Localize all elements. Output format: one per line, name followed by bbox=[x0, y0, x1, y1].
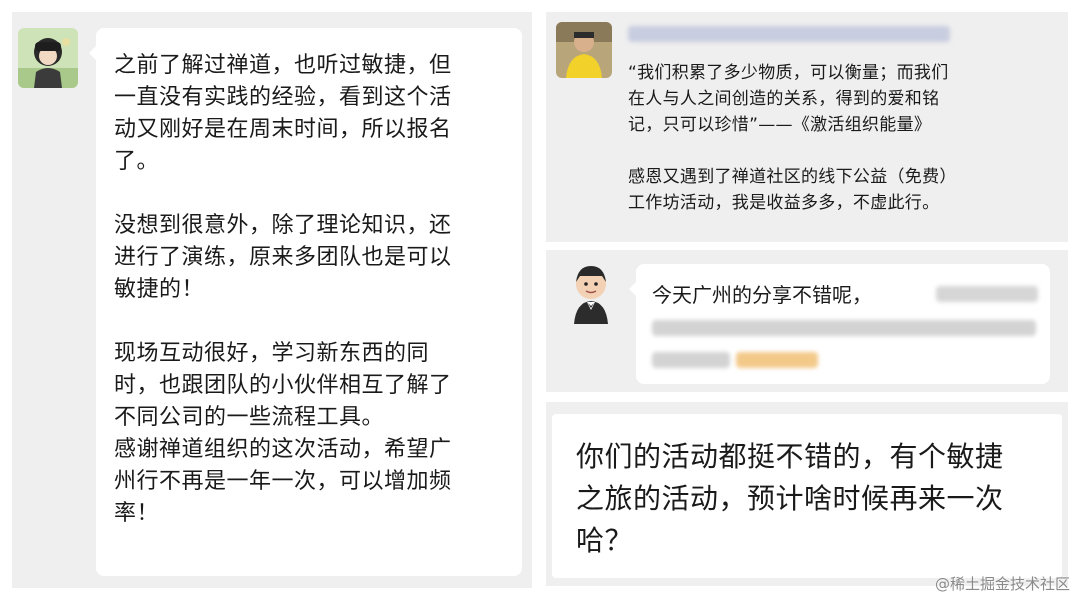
user-avatar-yellow-shirt[interactable] bbox=[556, 22, 612, 78]
middle-right-message-bubble: 今天广州的分享不错呢， bbox=[629, 264, 1050, 384]
bottom-right-message-text: 你们的活动都挺不错的，有个敏捷 之旅的活动，预计啥时候再来一次 哈？ bbox=[576, 440, 1004, 557]
avatar-girl-icon bbox=[18, 28, 78, 88]
chat-panel-middle-right: 今天广州的分享不错呢， bbox=[546, 250, 1068, 392]
chat-panel-bottom-right: 你们的活动都挺不错的，有个敏捷 之旅的活动，预计啥时候再来一次 哈？ bbox=[546, 402, 1068, 586]
blurred-emoji bbox=[736, 352, 818, 368]
bottom-right-message-bubble: 你们的活动都挺不错的，有个敏捷 之旅的活动，预计啥时候再来一次 哈？ bbox=[552, 414, 1062, 578]
left-message-text: 之前了解过禅道，也听过敏捷，但 一直没有实践的经验，看到这个活 动又刚好是在周末… bbox=[114, 53, 452, 526]
watermark: @稀土掘金技术社区 bbox=[934, 575, 1070, 593]
feedback-screenshot-collage: 之前了解过禅道，也听过敏捷，但 一直没有实践的经验，看到这个活 动又刚好是在周末… bbox=[0, 0, 1080, 600]
blurred-text bbox=[652, 320, 1036, 336]
blurred-username bbox=[628, 24, 950, 44]
blurred-text bbox=[936, 286, 1038, 302]
user-avatar-girl[interactable] bbox=[18, 28, 78, 88]
avatar-cartoon-man-icon bbox=[562, 258, 620, 324]
left-message-bubble: 之前了解过禅道，也听过敏捷，但 一直没有实践的经验，看到这个活 动又刚好是在周末… bbox=[89, 28, 522, 576]
blurred-text bbox=[652, 352, 730, 368]
avatar-man-yellow-icon bbox=[556, 22, 612, 78]
chat-panel-left: 之前了解过禅道，也听过敏捷，但 一直没有实践的经验，看到这个活 动又刚好是在周末… bbox=[12, 12, 532, 588]
user-avatar-cartoon-man[interactable] bbox=[562, 258, 620, 324]
top-right-post-text: “我们积累了多少物质，可以衡量；而我们 在人与人之间创造的关系，得到的爱和铭 记… bbox=[628, 63, 957, 213]
